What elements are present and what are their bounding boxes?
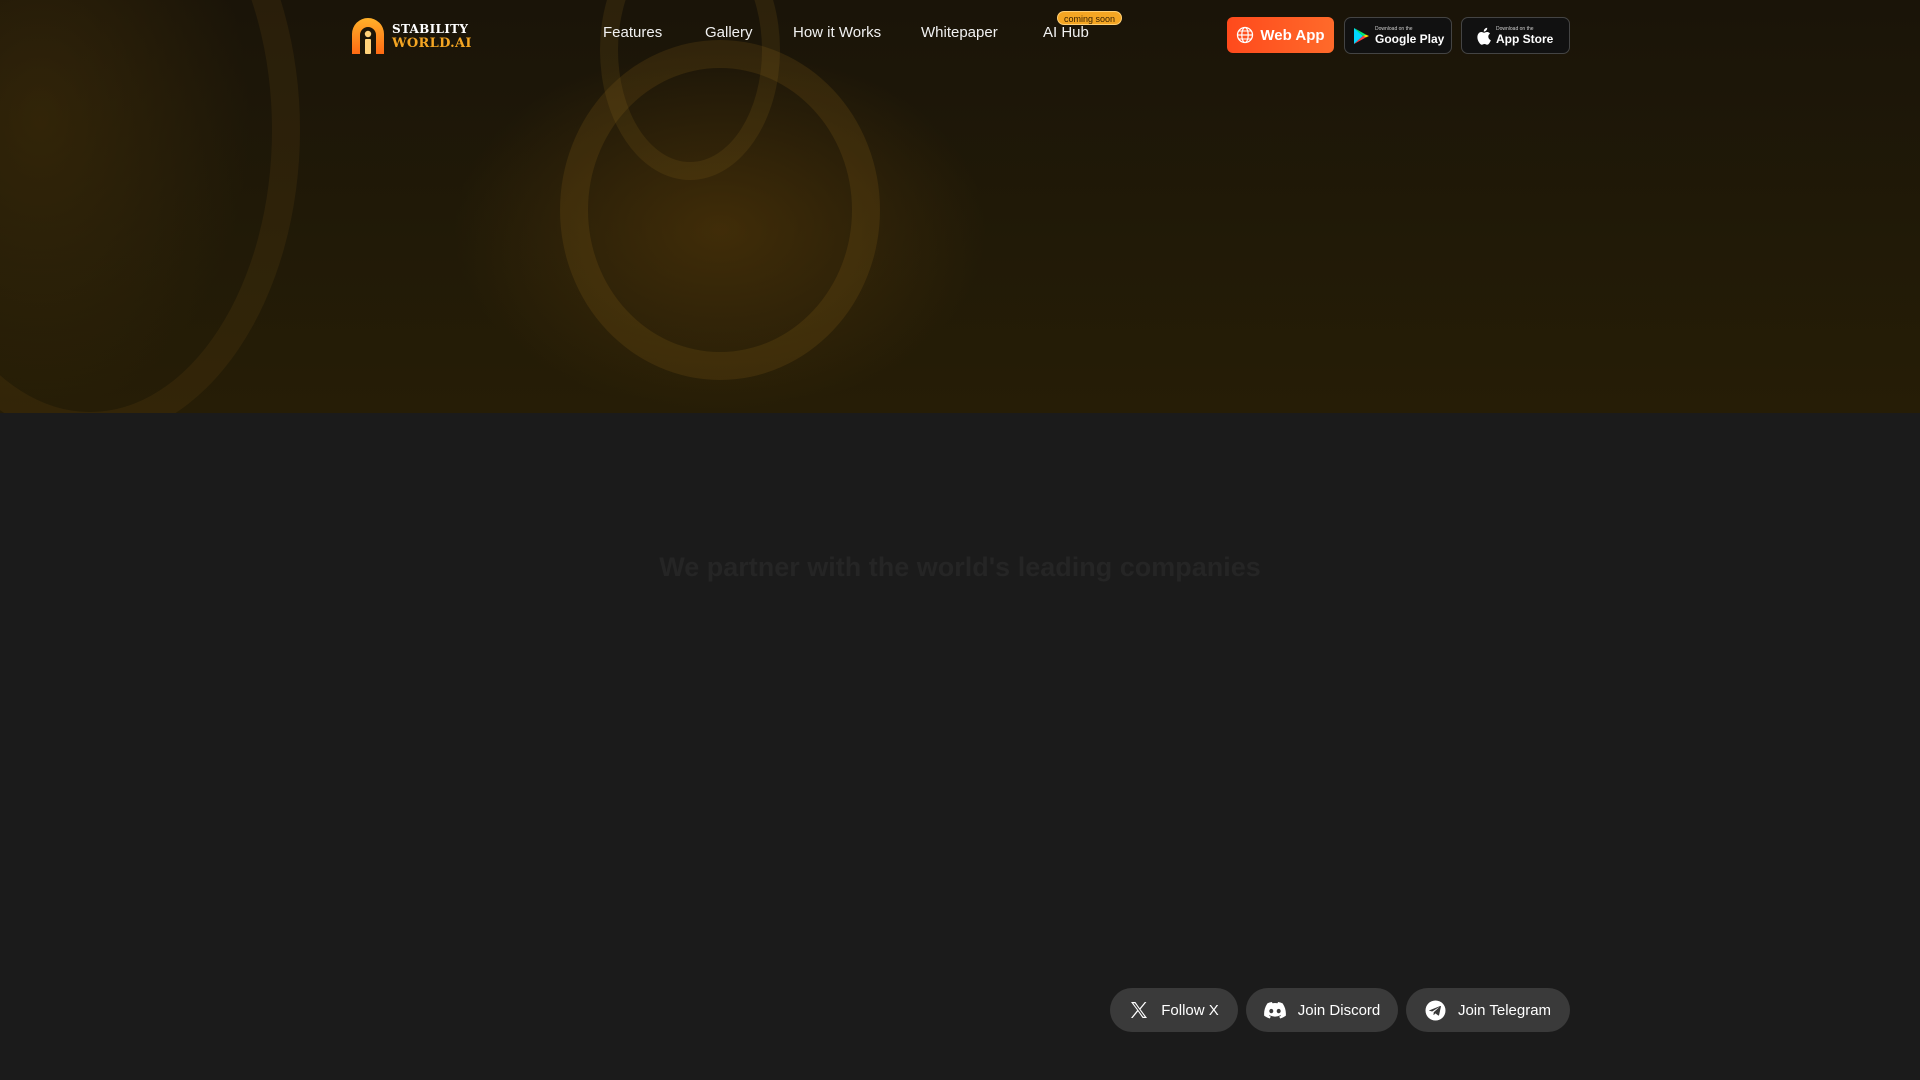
- coming-soon-badge: coming soon: [1057, 11, 1123, 25]
- globe-icon: [1237, 26, 1254, 44]
- app-store-text: Download on the App Store: [1496, 25, 1554, 46]
- brand-line1: STABILITY: [392, 21, 469, 36]
- nav-item-how-it-works[interactable]: How it Works: [793, 24, 881, 41]
- app-store-label: App Store: [1496, 31, 1554, 46]
- web-app-button[interactable]: Web App: [1227, 17, 1334, 53]
- app-store-button[interactable]: Download on the App Store: [1461, 17, 1570, 54]
- google-play-button[interactable]: Download on the Google Play: [1344, 17, 1452, 54]
- nav-item-ai-hub[interactable]: AI Hub: [1043, 24, 1089, 41]
- join-discord-label: Join Discord: [1297, 1001, 1381, 1019]
- brand-line2: WORLD.AI: [392, 35, 472, 51]
- google-play-label: Google Play: [1375, 31, 1445, 46]
- x-icon: [1131, 1002, 1148, 1018]
- brand-name: STABILITY WORLD.AI: [392, 23, 472, 50]
- follow-x-label: Follow X: [1161, 1001, 1219, 1019]
- google-play-caption: Download on the: [1375, 25, 1413, 32]
- google-play-icon: [1354, 27, 1369, 44]
- follow-x-button[interactable]: Follow X: [1110, 988, 1238, 1032]
- telegram-icon: [1425, 1000, 1446, 1020]
- nav-item-features[interactable]: Features: [603, 24, 662, 41]
- site-header: STABILITY WORLD.AI Features Gallery How …: [0, 0, 1920, 72]
- join-telegram-button[interactable]: Join Telegram: [1406, 988, 1570, 1032]
- discord-icon: [1263, 1001, 1286, 1018]
- google-play-text: Download on the Google Play: [1375, 25, 1445, 46]
- join-discord-button[interactable]: Join Discord: [1246, 988, 1398, 1032]
- nav-item-gallery[interactable]: Gallery: [705, 24, 753, 41]
- partners-heading: We partner with the world's leading comp…: [659, 552, 1261, 582]
- logo-mark-icon: [352, 18, 384, 54]
- brand-logo[interactable]: STABILITY WORLD.AI: [348, 15, 472, 57]
- web-app-label: Web App: [1260, 26, 1325, 44]
- join-telegram-label: Join Telegram: [1457, 1001, 1552, 1019]
- apple-icon: [1477, 27, 1491, 45]
- nav-item-whitepaper[interactable]: Whitepaper: [921, 24, 998, 41]
- app-store-caption: Download on the: [1496, 25, 1534, 32]
